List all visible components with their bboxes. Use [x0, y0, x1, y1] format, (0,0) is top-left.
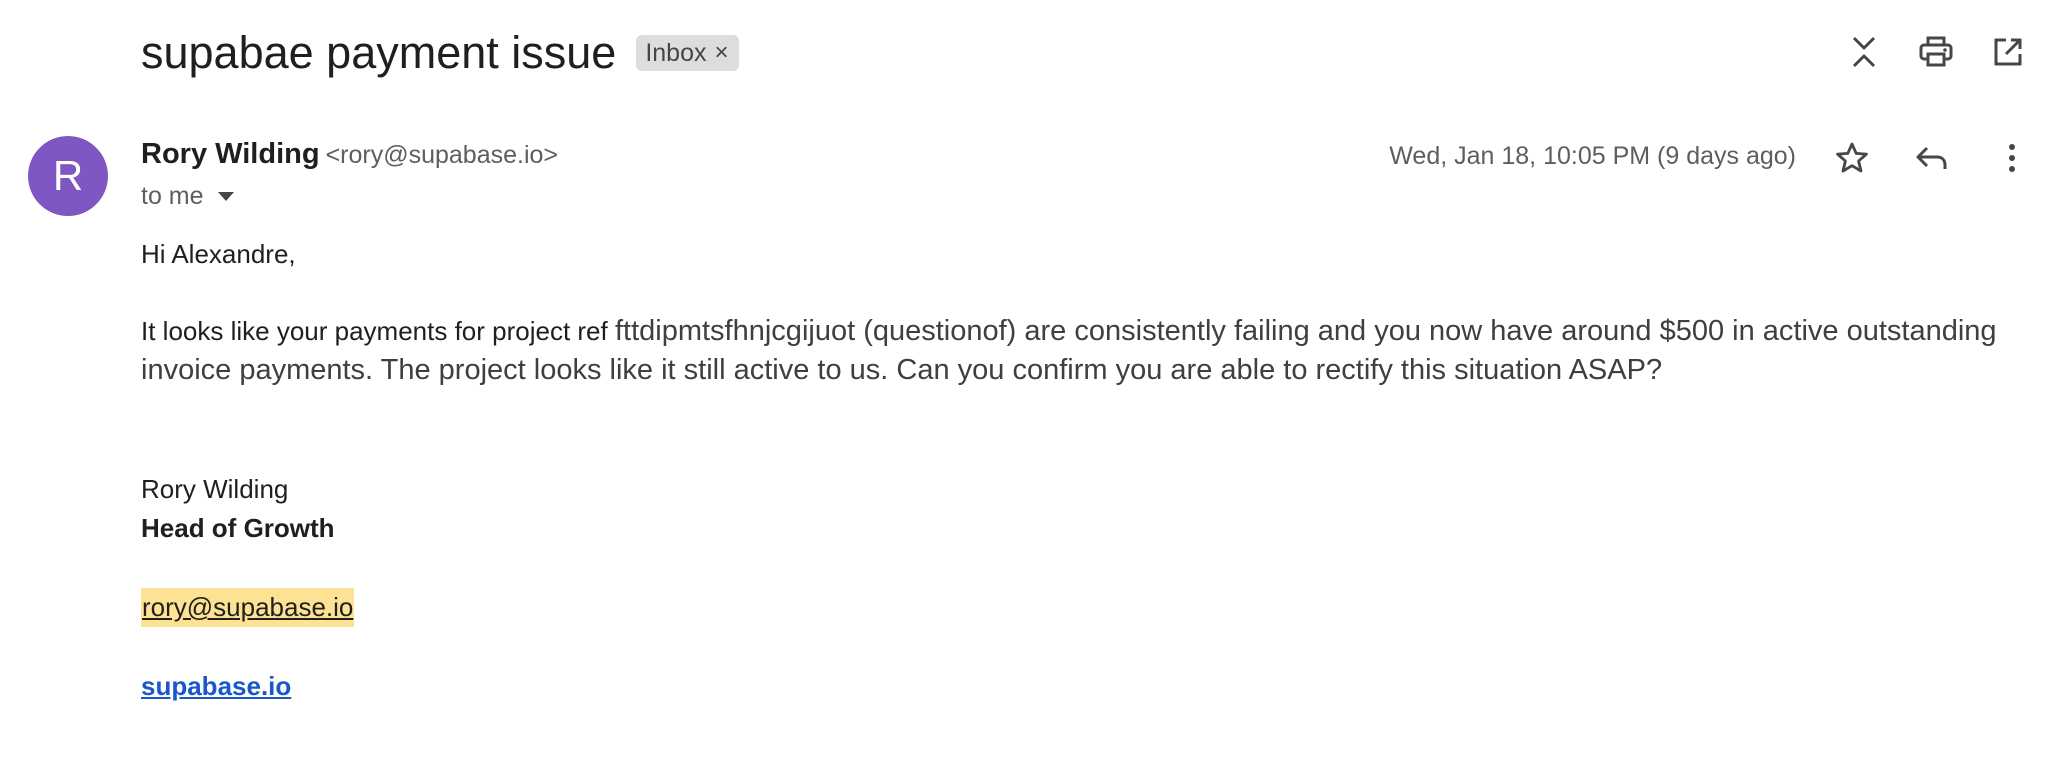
close-icon[interactable]: ×	[714, 41, 728, 65]
collapse-all-icon[interactable]	[1828, 32, 1900, 72]
avatar[interactable]: R	[28, 136, 108, 216]
more-vert-icon[interactable]	[1972, 138, 2052, 178]
signature-email-link[interactable]: rory@supabase.io	[141, 588, 355, 627]
message-actions	[1812, 138, 2052, 178]
sender-line: Rory Wilding <rory@supabase.io>	[141, 138, 558, 171]
email-body: Hi Alexandre, It looks like your payment…	[141, 236, 2041, 706]
email-subject: supabae payment issue	[141, 27, 617, 78]
sender-name[interactable]: Rory Wilding	[141, 138, 320, 171]
greeting: Hi Alexandre,	[141, 239, 296, 269]
chevron-down-icon[interactable]	[217, 192, 234, 201]
open-in-new-window-icon[interactable]	[1972, 32, 2044, 72]
signature-website-link[interactable]: supabase.io	[141, 667, 291, 706]
print-icon[interactable]	[1900, 32, 1972, 72]
signature-name: Rory Wilding	[141, 474, 289, 504]
avatar-initial: R	[52, 152, 84, 199]
email-view: supabae payment issue Inbox × R Rory Wil…	[0, 0, 2062, 780]
email-date: Wed, Jan 18, 10:05 PM (9 days ago)	[1389, 142, 1796, 170]
signature-title: Head of Growth	[141, 513, 335, 543]
label-chip-inbox[interactable]: Inbox ×	[636, 35, 739, 71]
reply-icon[interactable]	[1892, 138, 1972, 178]
message-paragraph: It looks like your payments for project …	[141, 312, 2041, 390]
subject-row: supabae payment issue Inbox ×	[141, 22, 739, 84]
signature: Rory Wilding Head of Growth rory@supabas…	[141, 470, 2041, 706]
recipient-label: to me	[141, 182, 204, 210]
sender-email: <rory@supabase.io>	[325, 141, 559, 169]
message-paragraph-lead: It looks like your payments for project …	[141, 316, 615, 346]
star-icon[interactable]	[1812, 138, 1892, 178]
recipient-details-toggle[interactable]: to me	[141, 182, 234, 211]
thread-actions	[1828, 32, 2044, 72]
label-chip-text: Inbox	[645, 38, 707, 67]
